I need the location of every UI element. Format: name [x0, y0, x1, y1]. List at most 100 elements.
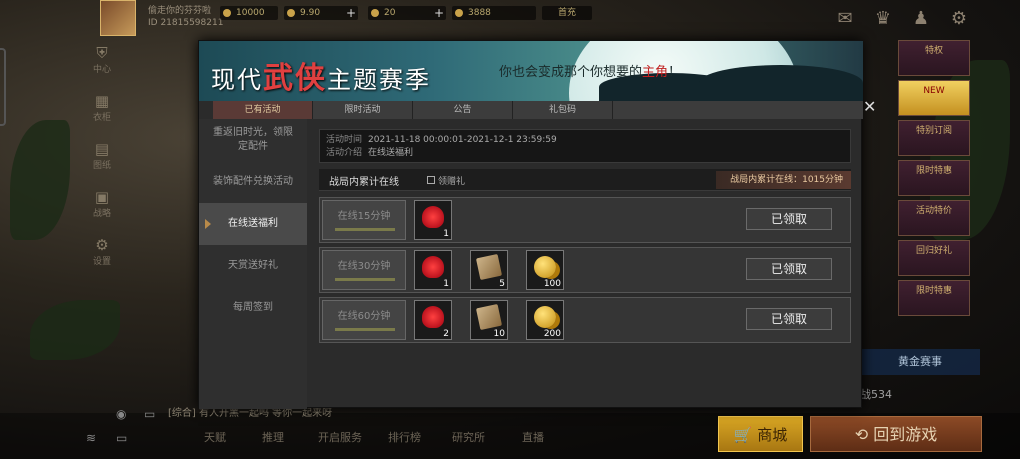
bottom-nav-item[interactable]: 直播	[522, 429, 544, 445]
player-name: 偷走你的芬芬啦	[148, 6, 212, 16]
accumulated-online-time: 战局内累计在线：1015分钟	[716, 171, 851, 189]
bottom-nav-item[interactable]: 开启服务	[318, 429, 362, 445]
rose-icon	[422, 256, 444, 278]
gold-icon	[455, 9, 463, 17]
tier-label: 在线60分钟	[322, 300, 406, 340]
reward-item[interactable]: 200	[526, 300, 564, 340]
voice-icon[interactable]: ◉	[116, 407, 126, 421]
ticket-icon	[475, 303, 503, 331]
battery-icon: ▭	[116, 431, 128, 445]
banner-title: 现代武侠主题赛季	[211, 61, 431, 96]
event-tabs: 已有活动 限时活动 公告 礼包码	[213, 101, 863, 119]
online-bar: 战局内累计在线 领赠礼 战局内累计在线：1015分钟	[319, 169, 851, 191]
reward-item[interactable]: 5	[470, 250, 508, 290]
left-nav-item-strategy[interactable]: ▣ 战略	[86, 188, 118, 236]
tier-progress	[335, 328, 395, 331]
tier-progress	[335, 278, 395, 281]
tab-limited-events[interactable]: 限时活动	[313, 101, 413, 119]
gem-icon	[287, 9, 295, 17]
back-to-game-button[interactable]: ⟲ 回到游戏	[810, 416, 982, 452]
claimed-button[interactable]: 已领取	[746, 208, 832, 230]
promo-tile[interactable]: NEW	[898, 80, 970, 116]
top-icons: ✉ ♛ ♟ ⚙	[834, 8, 970, 30]
reward-item[interactable]: 1	[414, 200, 452, 240]
rank-label: 战534	[860, 388, 892, 401]
event-intro: 在线送福利	[368, 148, 414, 158]
mail-icon[interactable]: ✉	[834, 8, 856, 30]
shield-icon: ⛨	[96, 44, 108, 62]
reward-item[interactable]: 2	[414, 300, 452, 340]
friends-icon[interactable]: ♟	[910, 8, 932, 30]
clue-icon	[371, 9, 379, 17]
wifi-icon: ≋	[86, 431, 97, 445]
left-nav-item-blueprint[interactable]: ▤ 图纸	[86, 140, 118, 188]
claimed-button[interactable]: 已领取	[746, 258, 832, 280]
left-nav: ⛨ 中心 ▦ 衣柜 ▤ 图纸 ▣ 战略 ⚙ 设置	[86, 44, 118, 284]
promo-tile[interactable]: 限时特惠	[898, 280, 970, 316]
claimed-button[interactable]: 已领取	[746, 308, 832, 330]
shop-button[interactable]: 🛒 商城	[718, 416, 803, 452]
bottom-nav-item[interactable]: 天赋	[204, 429, 226, 445]
reward-item[interactable]: 10	[470, 300, 508, 340]
event-popup: 现代武侠主题赛季 你也会变成那个你想要的主角！ 已有活动 限时活动 公告 礼包码…	[198, 40, 876, 409]
bottom-nav-item[interactable]: 研究所	[452, 429, 485, 445]
right-promo-panel: 特权 NEW 特别订阅 限时特惠 活动特价 回归好礼 限时特惠	[898, 40, 978, 320]
coin-icon	[223, 9, 231, 17]
sidebar-item-return-event[interactable]: 重返旧时光，领限定配件	[199, 119, 307, 161]
gear-icon[interactable]: ⚙	[948, 8, 970, 30]
resource-2[interactable]: 9.90 +	[284, 6, 358, 20]
rose-icon	[422, 306, 444, 328]
tab-current-events[interactable]: 已有活动	[213, 101, 313, 119]
sidebar-item-online-rewards[interactable]: 在线送福利	[199, 203, 307, 245]
banner-slogan: 你也会变成那个你想要的主角！	[499, 65, 682, 80]
first-recharge[interactable]: 首充	[542, 6, 592, 20]
return-icon: ⟲	[854, 425, 874, 444]
close-icon[interactable]: ✕	[863, 99, 879, 115]
resource-1[interactable]: 10000	[220, 6, 278, 20]
tab-announcements[interactable]: 公告	[413, 101, 513, 119]
promo-tile[interactable]: 活动特价	[898, 200, 970, 236]
strategy-icon: ▣	[94, 188, 110, 206]
gift-link[interactable]: 领赠礼	[427, 174, 465, 187]
resource-4[interactable]: 3888	[452, 6, 536, 20]
trophy-icon[interactable]: ♛	[872, 8, 894, 30]
sidebar-item-weekly-signin[interactable]: 每周签到	[199, 287, 307, 329]
phone-edge	[0, 48, 6, 126]
blueprint-icon: ▤	[94, 140, 110, 158]
sidebar-item-decoration-exchange[interactable]: 装饰配件兑换活动	[199, 161, 307, 203]
left-nav-item-center[interactable]: ⛨ 中心	[86, 44, 118, 92]
reward-row: 在线60分钟 2 10 200 已领取	[319, 297, 851, 343]
reward-row: 在线30分钟 1 5 100 已领取	[319, 247, 851, 293]
bottom-nav-item[interactable]: 排行榜	[388, 429, 421, 445]
coins-icon	[534, 306, 556, 328]
cart-icon: 🛒	[733, 426, 758, 444]
event-time: 2021-11-18 00:00:01-2021-12-1 23:59:59	[368, 135, 557, 145]
promo-tile[interactable]: 限时特惠	[898, 160, 970, 196]
reward-item[interactable]: 1	[414, 250, 452, 290]
season-banner: 现代武侠主题赛季 你也会变成那个你想要的主角！	[199, 41, 863, 101]
gold-match-button[interactable]: 黄金赛事	[860, 349, 980, 375]
rose-icon	[422, 206, 444, 228]
avatar[interactable]	[100, 0, 136, 36]
wardrobe-icon: ▦	[94, 92, 110, 110]
event-content: 活动时间 2021-11-18 00:00:01-2021-12-1 23:59:…	[315, 127, 855, 403]
sidebar-item-tianshang-gifts[interactable]: 天赏送好礼	[199, 245, 307, 287]
promo-tile[interactable]: 特别订阅	[898, 120, 970, 156]
mountain-illustration	[699, 65, 863, 101]
tier-progress	[335, 228, 395, 231]
promo-tile[interactable]: 特权	[898, 40, 970, 76]
promo-tile[interactable]: 回归好礼	[898, 240, 970, 276]
online-title: 战局内累计在线	[329, 177, 399, 188]
gift-checkbox-icon	[427, 176, 435, 184]
tab-gift-code[interactable]: 礼包码	[513, 101, 613, 119]
reward-row: 在线15分钟 1 已领取	[319, 197, 851, 243]
reward-item[interactable]: 100	[526, 250, 564, 290]
top-bar: 偷走你的芬芬啦 ID 21815598211 10000 9.90 + 20 + 3…	[96, 0, 1020, 36]
tier-label: 在线30分钟	[322, 250, 406, 290]
bottom-nav-item[interactable]: 推理	[262, 429, 284, 445]
left-nav-item-wardrobe[interactable]: ▦ 衣柜	[86, 92, 118, 140]
chat-icon[interactable]: ▭	[144, 407, 155, 421]
resource-3[interactable]: 20 +	[368, 6, 446, 20]
left-nav-item-settings[interactable]: ⚙ 设置	[86, 236, 118, 284]
event-info: 活动时间 2021-11-18 00:00:01-2021-12-1 23:59:…	[319, 129, 851, 163]
